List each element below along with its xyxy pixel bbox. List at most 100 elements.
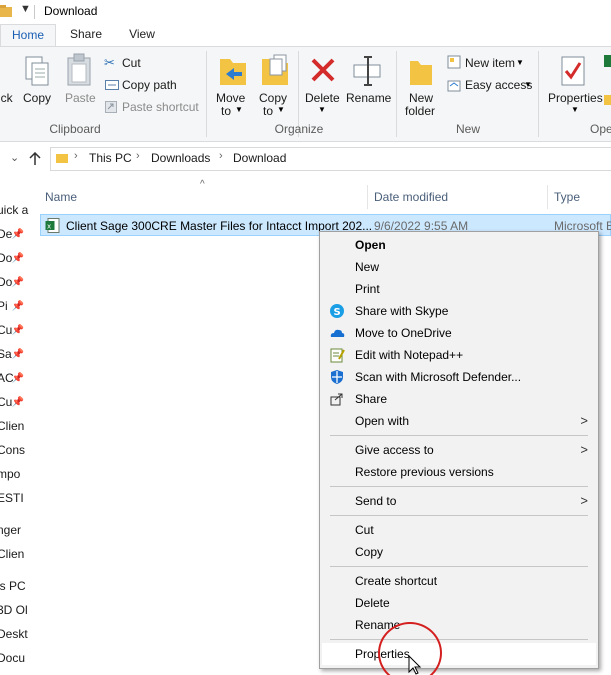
menu-item-give-access-to[interactable]: Give access to > — [322, 439, 596, 461]
menu-item-open-with[interactable]: Open with > — [322, 410, 596, 432]
menu-item-print[interactable]: Print — [322, 278, 596, 300]
easy-access-button[interactable]: Easy access — [465, 78, 532, 92]
tab-home[interactable]: Home — [0, 24, 56, 46]
up-dropdown-icon[interactable]: ⌄ — [10, 151, 19, 164]
tab-view[interactable]: View — [116, 24, 168, 46]
nav-item[interactable]: AC 📌 — [0, 368, 30, 390]
paste-shortcut-button[interactable]: Paste shortcut — [122, 100, 199, 114]
menu-item-edit-with-notepad-plus-plus[interactable]: Edit with Notepad++ — [322, 344, 596, 366]
nav-item[interactable]: Pi 📌 — [0, 296, 30, 318]
copy-button[interactable]: Copy — [23, 91, 51, 105]
nav-item[interactable]: Do 📌 — [0, 272, 30, 294]
new-folder-label-line2: folder — [405, 104, 436, 118]
menu-item-send-to[interactable]: Send to > — [322, 490, 596, 512]
new-item-dropdown-icon: ▼ — [516, 58, 524, 67]
ribbon-separator — [396, 51, 397, 137]
paste-button[interactable]: Paste — [65, 91, 96, 105]
nav-item-label: nger — [0, 523, 22, 537]
menu-item-share[interactable]: Share — [322, 388, 596, 410]
copy-to-dropdown-icon: ▼ — [277, 105, 285, 114]
chevron-right-icon: > — [580, 493, 588, 508]
column-separator[interactable] — [547, 185, 548, 209]
nav-item[interactable]: mpo — [0, 464, 30, 486]
nav-item[interactable]: uick a — [0, 200, 30, 222]
menu-item-create-shortcut[interactable]: Create shortcut — [322, 570, 596, 592]
nav-item-label: is PC — [0, 579, 26, 593]
ribbon-tabs: Home Share View — [0, 24, 611, 46]
breadcrumb-downloads[interactable]: Downloads — [151, 151, 210, 165]
cut-button[interactable]: Cut — [122, 56, 141, 70]
new-folder-button[interactable]: New — [409, 91, 433, 105]
nav-item[interactable]: Cons — [0, 440, 30, 462]
menu-item-open[interactable]: Open — [322, 234, 596, 256]
up-arrow-icon[interactable] — [28, 152, 42, 166]
menu-item-copy[interactable]: Copy — [322, 541, 596, 563]
pin-icon: 📌 — [11, 301, 24, 312]
menu-separator — [330, 486, 588, 487]
nav-item[interactable]: nger — [0, 520, 30, 542]
mouse-cursor-icon — [408, 655, 422, 675]
menu-item-rename[interactable]: Rename — [322, 614, 596, 636]
pin-icon: 📌 — [11, 277, 24, 288]
menu-item-share-with-skype[interactable]: S Share with Skype — [322, 300, 596, 322]
folder-icon — [56, 154, 68, 163]
pin-icon: 📌 — [11, 325, 24, 336]
new-item-button[interactable]: New item — [465, 56, 515, 70]
rename-button[interactable]: Rename — [346, 91, 391, 105]
nav-item[interactable]: 3D Ol — [0, 600, 30, 622]
breadcrumb-chevron-icon: › — [74, 150, 78, 162]
properties-button[interactable]: Properties — [548, 91, 603, 105]
nav-item[interactable]: Deskt — [0, 624, 30, 646]
column-name-header[interactable]: Name — [45, 190, 77, 204]
nav-item[interactable]: Clien — [0, 544, 30, 566]
menu-item-properties[interactable]: Properties — [322, 643, 596, 665]
menu-item-label: Send to — [355, 494, 397, 508]
menu-item-scan-with-defender[interactable]: Scan with Microsoft Defender... — [322, 366, 596, 388]
nav-item[interactable]: ESTI — [0, 488, 30, 510]
breadcrumb-this-pc[interactable]: This PC — [89, 151, 132, 165]
easy-access-dropdown-icon: ▼ — [524, 80, 532, 89]
nav-item[interactable]: Cu 📌 — [0, 320, 30, 342]
copy-path-icon — [105, 80, 119, 90]
nav-item[interactable]: Clien — [0, 416, 30, 438]
menu-separator — [330, 435, 588, 436]
column-separator[interactable] — [367, 185, 368, 209]
breadcrumb-chevron-icon: › — [136, 150, 140, 162]
quick-access-dropdown-icon[interactable]: ▼ — [20, 3, 31, 15]
move-to-dropdown-icon: ▼ — [235, 105, 243, 114]
menu-item-cut[interactable]: Cut — [322, 519, 596, 541]
nav-item[interactable]: Sa 📌 — [0, 344, 30, 366]
copy-path-button[interactable]: Copy path — [122, 78, 177, 92]
menu-item-label: Give access to — [355, 443, 434, 457]
nav-item[interactable]: is PC — [0, 576, 30, 598]
menu-item-delete[interactable]: Delete — [322, 592, 596, 614]
breadcrumb-download[interactable]: Download — [233, 151, 286, 165]
column-type-header[interactable]: Type — [554, 190, 580, 204]
properties-dropdown-icon: ▼ — [571, 105, 579, 114]
title-bar: ▼ Download — [0, 0, 611, 24]
copy-to-icon — [262, 54, 288, 85]
nav-item-label: Cons — [0, 443, 26, 457]
title-separator — [34, 5, 35, 19]
nav-item-label: uick a — [0, 203, 29, 217]
clipboard-group-label: Clipboard — [49, 122, 101, 136]
nav-item[interactable]: De 📌 — [0, 224, 30, 246]
menu-item-label: Open — [355, 238, 386, 252]
nav-item[interactable]: Do 📌 — [0, 248, 30, 270]
folder-icon — [0, 5, 12, 17]
menu-item-new[interactable]: New — [322, 256, 596, 278]
copy-icon[interactable] — [24, 55, 50, 87]
copy-to-button[interactable]: Copy — [259, 91, 287, 105]
nav-item[interactable]: Docu — [0, 648, 30, 670]
menu-item-label: Open with — [355, 414, 410, 428]
delete-button[interactable]: Delete — [305, 91, 340, 105]
pin-quick-access-label[interactable]: ick — [0, 91, 13, 105]
menu-item-move-to-onedrive[interactable]: Move to OneDrive — [322, 322, 596, 344]
column-date-header[interactable]: Date modified — [374, 190, 448, 204]
move-to-button[interactable]: Move — [216, 91, 245, 105]
tab-share[interactable]: Share — [60, 24, 112, 46]
properties-icon — [561, 56, 585, 86]
menu-item-restore-previous-versions[interactable]: Restore previous versions — [322, 461, 596, 483]
nav-item[interactable]: Cu 📌 — [0, 392, 30, 414]
address-box[interactable] — [50, 147, 611, 171]
